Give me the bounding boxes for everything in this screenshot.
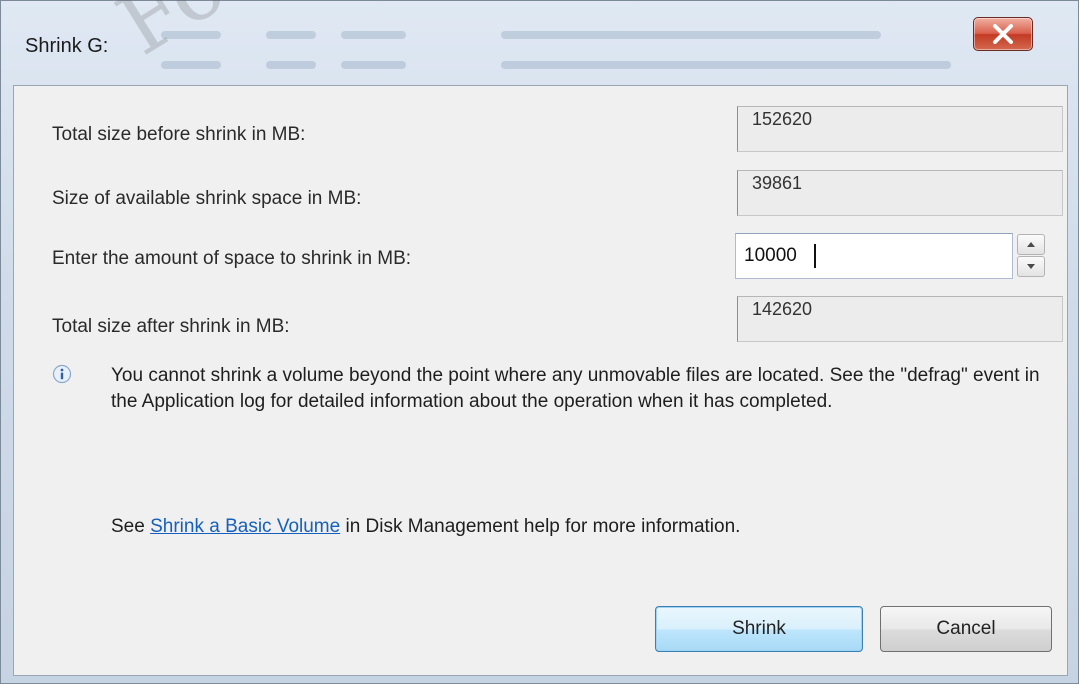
info-icon [52,364,72,384]
total-after-value: 142620 [752,299,813,319]
info-message: You cannot shrink a volume beyond the po… [111,365,1040,412]
total-after-label: Total size after shrink in MB: [52,316,290,337]
shrink-amount-field[interactable] [735,233,1013,279]
background-blur [501,31,881,39]
help-text: See Shrink a Basic Volume in Disk Manage… [111,516,740,538]
available-space-label: Size of available shrink space in MB: [52,188,362,209]
background-blur [161,61,221,69]
background-blur [501,61,951,69]
window-title: Shrink G: [25,35,109,57]
dialog-window: Shrink G: Total size before shrink in MB… [0,0,1079,684]
help-prefix: See [111,516,151,537]
total-after-field: 142620 [737,296,1063,342]
available-space-value: 39861 [752,173,803,193]
background-blur [266,61,316,69]
spin-down-button[interactable] [1017,256,1045,277]
help-suffix: in Disk Management help for more informa… [340,516,741,537]
close-button[interactable] [973,17,1033,51]
shrink-button[interactable]: Shrink [655,606,863,652]
background-blur [161,31,221,39]
available-space-field: 39861 [737,170,1063,216]
background-blur [266,31,316,39]
total-before-field: 152620 [737,106,1063,152]
shrink-amount-label: Enter the amount of space to shrink in M… [52,248,412,269]
spin-up-button[interactable] [1017,234,1045,255]
dialog-body: Total size before shrink in MB: 152620 S… [13,85,1068,676]
cancel-button[interactable]: Cancel [880,606,1052,652]
background-blur [341,61,406,69]
arrow-down-icon [1027,264,1035,269]
arrow-up-icon [1027,242,1035,247]
background-blur [341,31,406,39]
shrink-basic-volume-link[interactable]: Shrink a Basic Volume [150,516,340,537]
total-before-value: 152620 [752,109,813,129]
text-caret [814,244,816,268]
shrink-amount-input[interactable] [736,234,1012,278]
close-icon [993,24,1013,44]
total-before-label: Total size before shrink in MB: [52,124,306,145]
